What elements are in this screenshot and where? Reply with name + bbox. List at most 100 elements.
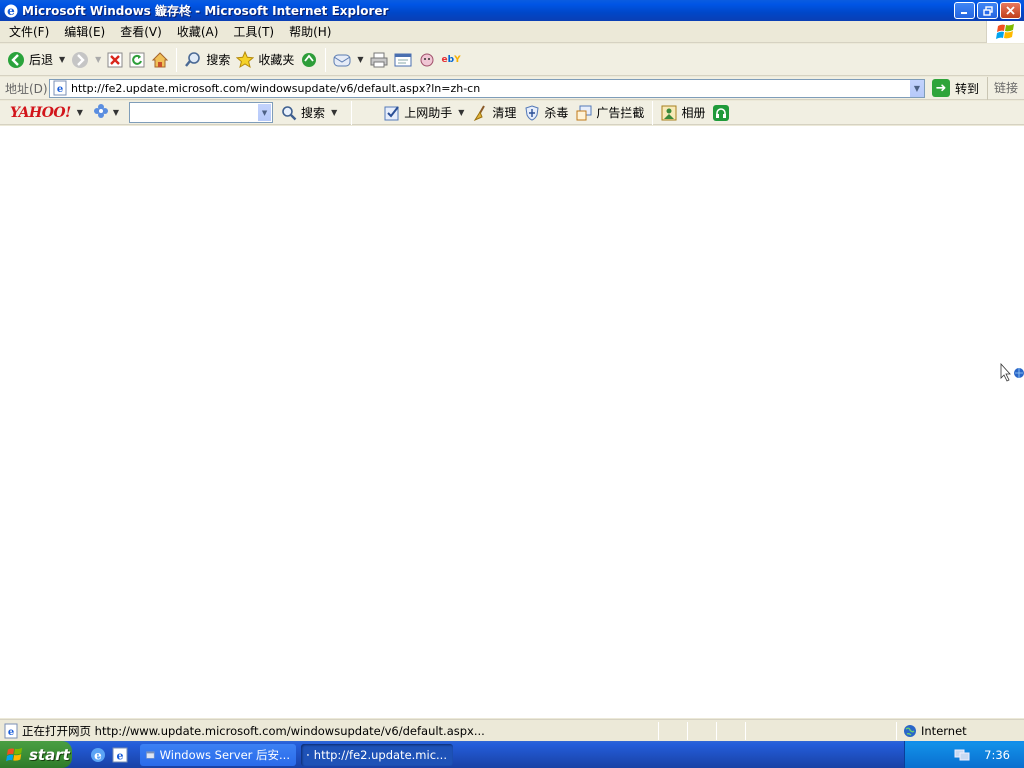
globe-icon (904, 724, 916, 737)
system-tray: 7:36 (904, 741, 1024, 768)
network-icon[interactable] (954, 748, 970, 762)
yahoo-search-input[interactable] (130, 103, 256, 121)
menu-file[interactable]: 文件(F) (0, 22, 55, 42)
clean-label: 清理 (492, 106, 517, 120)
refresh-button[interactable] (126, 47, 148, 73)
clean-button[interactable]: 清理 (468, 102, 520, 124)
search-button[interactable]: 搜索 (181, 47, 233, 73)
status-separator (687, 721, 688, 740)
album-button[interactable]: 相册 (657, 102, 709, 124)
media-button[interactable] (297, 47, 321, 73)
window-title: Microsoft Windows 鏇存柊 - Microsoft Intern… (22, 4, 389, 18)
refresh-icon (129, 52, 145, 67)
go-button[interactable]: ➜ 转到 (932, 78, 979, 99)
edit-page-icon (394, 53, 412, 66)
media-icon (302, 52, 317, 67)
svg-text:e: e (7, 4, 15, 18)
forward-button[interactable]: ▼ (68, 47, 104, 73)
security-zone[interactable]: Internet (903, 724, 967, 738)
menu-help[interactable]: 帮助(H) (280, 22, 337, 42)
task-label: http://fe2.update.mic... (313, 747, 447, 762)
yahoo-search-menu-icon[interactable]: ▼ (331, 108, 337, 117)
address-field[interactable]: e ▼ (49, 78, 925, 98)
close-button[interactable] (1000, 2, 1021, 19)
back-label: 后退 (29, 53, 54, 67)
minimize-button[interactable] (954, 2, 975, 19)
ie-page-quicklaunch-icon[interactable]: e (112, 747, 128, 763)
mail-button[interactable]: ▼ (330, 47, 366, 73)
status-bar: e 正在打开网页 http://www.update.microsoft.com… (0, 719, 1024, 741)
links-button[interactable]: 链接 (987, 76, 1018, 100)
photo-album-icon (661, 105, 677, 120)
title-bar[interactable]: e Microsoft Windows 鏇存柊 - Microsoft Inte… (0, 0, 1024, 21)
yahoo-search-label: 搜索 (301, 106, 326, 120)
menu-tools[interactable]: 工具(T) (224, 22, 280, 42)
assistant-button[interactable]: 上网助手 ▼ (380, 102, 468, 124)
yahoo-toolbar: YAHOO! ▼ ▼ ▼ 搜索 ▼ 上网助手 ▼ 清理 杀毒 广告拦截 相册 (0, 100, 1024, 125)
svg-text:e: e (57, 84, 63, 95)
favorites-star-icon (236, 50, 255, 68)
adblock-button[interactable]: 广告拦截 (572, 102, 648, 124)
taskbar-item-ie[interactable]: e http://fe2.update.mic... (301, 743, 453, 766)
popup-block-icon (576, 105, 592, 120)
broom-icon (474, 105, 486, 121)
start-button[interactable]: start (0, 741, 72, 768)
ie-page-icon: e (4, 723, 18, 738)
mail-dropdown-icon[interactable]: ▼ (357, 55, 363, 64)
address-input[interactable] (71, 80, 891, 96)
music-button[interactable] (709, 102, 733, 124)
address-dropdown-icon[interactable]: ▼ (909, 79, 924, 97)
messenger-icon (420, 53, 434, 66)
menu-view[interactable]: 查看(V) (111, 22, 168, 42)
menu-favorites[interactable]: 收藏(A) (168, 22, 225, 42)
shield-icon (525, 104, 539, 121)
print-button[interactable] (367, 47, 391, 73)
taskbar-item-windows-server[interactable]: Windows Server 后安... (140, 743, 296, 766)
toolbar-separator (325, 47, 327, 72)
home-icon (152, 51, 169, 67)
adblock-label: 广告拦截 (596, 106, 645, 120)
restore-icon (982, 5, 993, 16)
ebay-icon: ebY (441, 54, 461, 65)
favorites-button[interactable]: 收藏夹 (233, 47, 297, 73)
yahoo-logo[interactable]: YAHOO! (10, 105, 71, 121)
stop-icon (107, 52, 123, 67)
album-label: 相册 (681, 106, 706, 120)
minimize-icon (961, 12, 967, 14)
forward-dropdown-icon[interactable]: ▼ (95, 55, 101, 64)
status-separator (716, 721, 717, 740)
back-button[interactable]: 后退 ▼ (4, 47, 68, 73)
flower-dropdown-icon[interactable]: ▼ (113, 108, 119, 117)
server-window-icon (146, 750, 155, 759)
window-controls (954, 2, 1021, 19)
assistant-dropdown-icon[interactable]: ▼ (458, 108, 464, 117)
back-dropdown-icon[interactable]: ▼ (59, 55, 65, 64)
ie-quicklaunch-icon[interactable]: e (90, 747, 106, 763)
stop-button[interactable] (104, 47, 126, 73)
home-button[interactable] (148, 47, 172, 73)
go-label: 转到 (955, 81, 980, 96)
edit-button[interactable] (391, 47, 415, 73)
yahoo-search-button[interactable]: 搜索 ▼ (277, 102, 341, 124)
status-separator (896, 721, 897, 740)
status-text: 正在打开网页 http://www.update.microsoft.com/w… (22, 723, 485, 738)
restore-button[interactable] (977, 2, 998, 19)
task-label: Windows Server 后安... (159, 747, 290, 762)
ebay-button[interactable]: ebY (439, 47, 464, 73)
close-icon (1006, 6, 1015, 15)
windows-logo-icon (6, 747, 23, 761)
yahoo-search-field[interactable]: ▼ (129, 102, 274, 123)
clock[interactable]: 7:36 (984, 748, 1010, 762)
yahoo-flower-icon[interactable] (93, 103, 109, 122)
menu-bar: 文件(F) 编辑(E) 查看(V) 收藏(A) 工具(T) 帮助(H) (0, 21, 1024, 43)
messenger-button[interactable] (415, 47, 439, 73)
menu-edit[interactable]: 编辑(E) (55, 22, 111, 42)
status-separator (658, 721, 659, 740)
address-label: 地址(D) (5, 81, 48, 96)
go-arrow-icon: ➜ (932, 79, 950, 97)
yahoo-search-dropdown-icon[interactable]: ▼ (258, 104, 272, 121)
antivirus-button[interactable]: 杀毒 (520, 102, 572, 124)
start-label: start (29, 745, 70, 764)
yahoo-menu-dropdown-icon[interactable]: ▼ (77, 108, 83, 117)
page-content[interactable] (0, 126, 1024, 718)
